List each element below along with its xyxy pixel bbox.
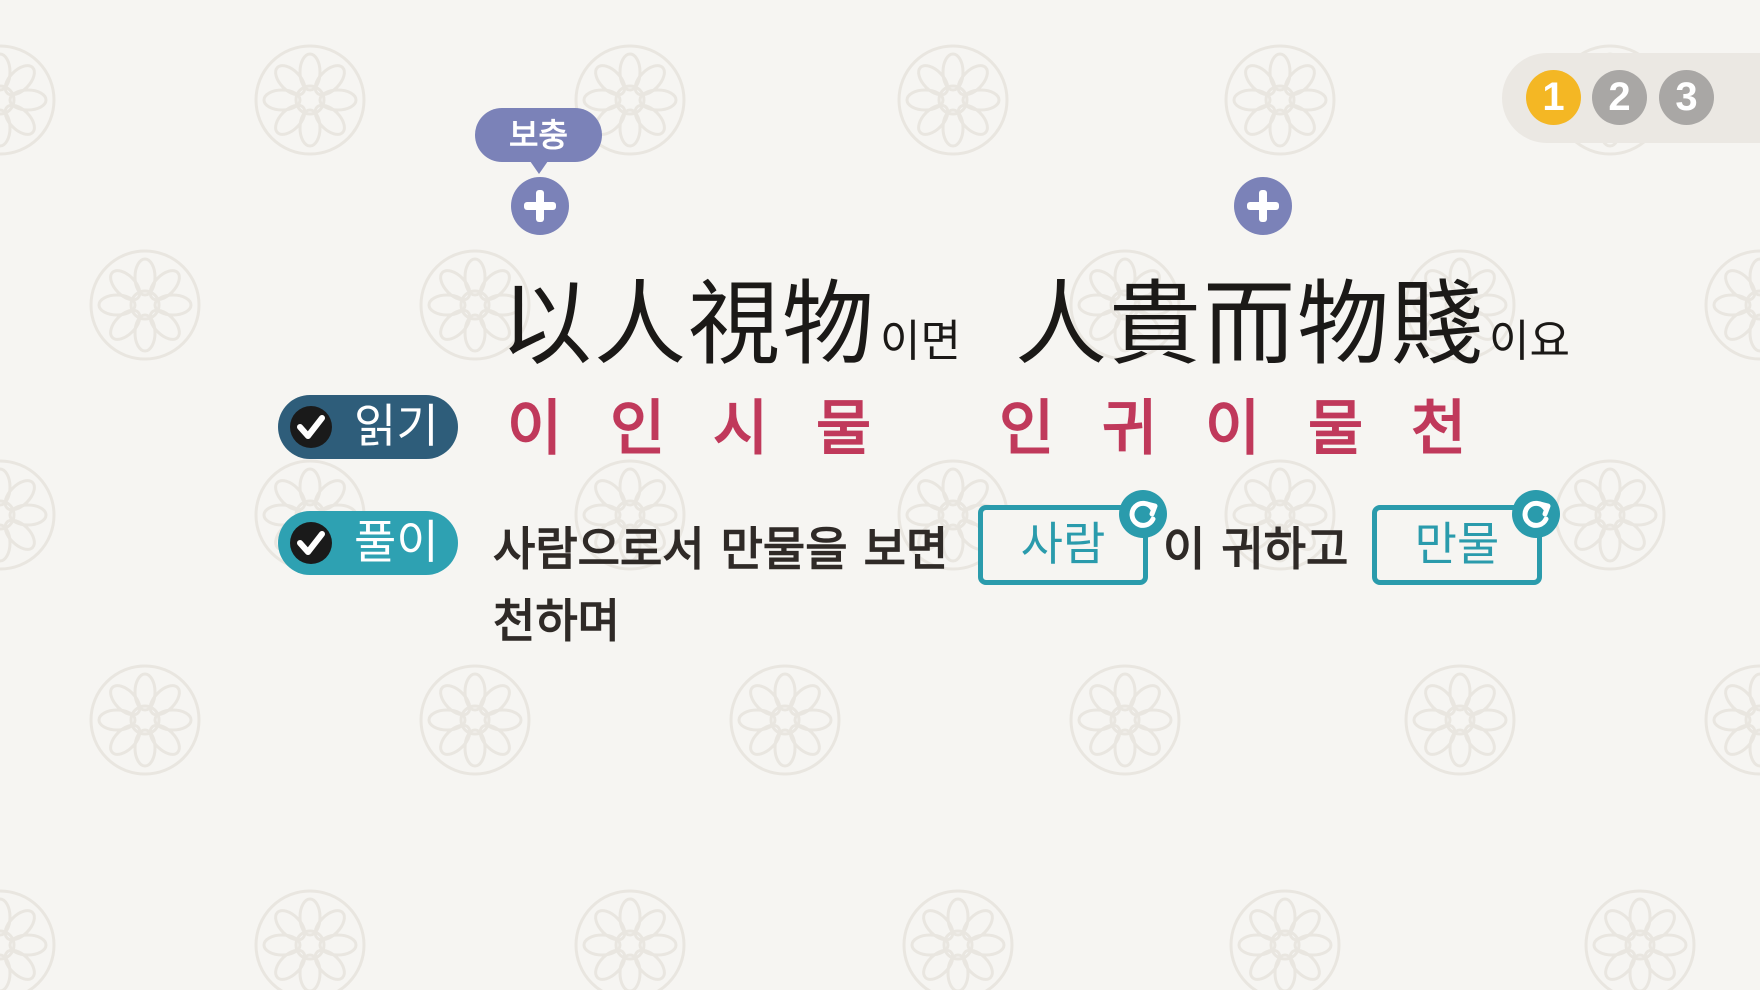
refresh-icon[interactable] — [1512, 490, 1560, 538]
supplement-tooltip: 보충 — [475, 108, 602, 174]
reading-syllable: 천 — [1411, 394, 1467, 464]
page-3-button[interactable]: 3 — [1659, 70, 1714, 125]
hanja-text: 人貴而物賤 — [1015, 271, 1486, 378]
page-2-button[interactable]: 2 — [1592, 70, 1647, 125]
hanja-phrase-2: 人貴而物賤이요 — [1015, 250, 1570, 378]
reading-syllable: 귀 — [1102, 394, 1158, 464]
reading-syllable: 이 — [507, 394, 563, 464]
reading-syllable: 물 — [816, 394, 872, 464]
hanja-phrase-1: 以人視物이면 — [500, 250, 961, 378]
background-pattern — [0, 44, 1760, 990]
explanation-text: 사람으로서 만물을 보면 — [493, 522, 949, 576]
explanation-toggle-label: 풀이 — [354, 515, 439, 569]
plus-icon[interactable] — [511, 177, 569, 235]
hanja-suffix: 이면 — [880, 316, 961, 367]
explanation-text: 천하며 — [493, 594, 620, 648]
reading-pronunciation: 이인시물인귀이물천 — [507, 380, 1514, 464]
page-switcher: 1 2 3 — [1502, 53, 1760, 143]
reading-toggle-button[interactable]: 읽기 — [278, 395, 458, 459]
reading-syllable: 인 — [999, 394, 1055, 464]
explanation-toggle-button[interactable]: 풀이 — [278, 511, 458, 575]
check-icon — [290, 522, 332, 564]
plus-icon[interactable] — [1234, 177, 1292, 235]
page-1-button[interactable]: 1 — [1526, 70, 1581, 125]
reading-syllable: 이 — [1205, 394, 1261, 464]
hanja-text: 以人視物 — [500, 271, 877, 378]
reading-syllable: 인 — [610, 394, 666, 464]
hanja-suffix: 이요 — [1489, 316, 1570, 367]
reading-toggle-label: 읽기 — [354, 399, 439, 453]
reading-syllable: 물 — [1308, 394, 1364, 464]
check-icon — [290, 406, 332, 448]
reading-syllable: 시 — [713, 394, 769, 464]
explanation-text: 이 귀하고 — [1163, 522, 1349, 576]
refresh-icon[interactable] — [1119, 490, 1167, 538]
